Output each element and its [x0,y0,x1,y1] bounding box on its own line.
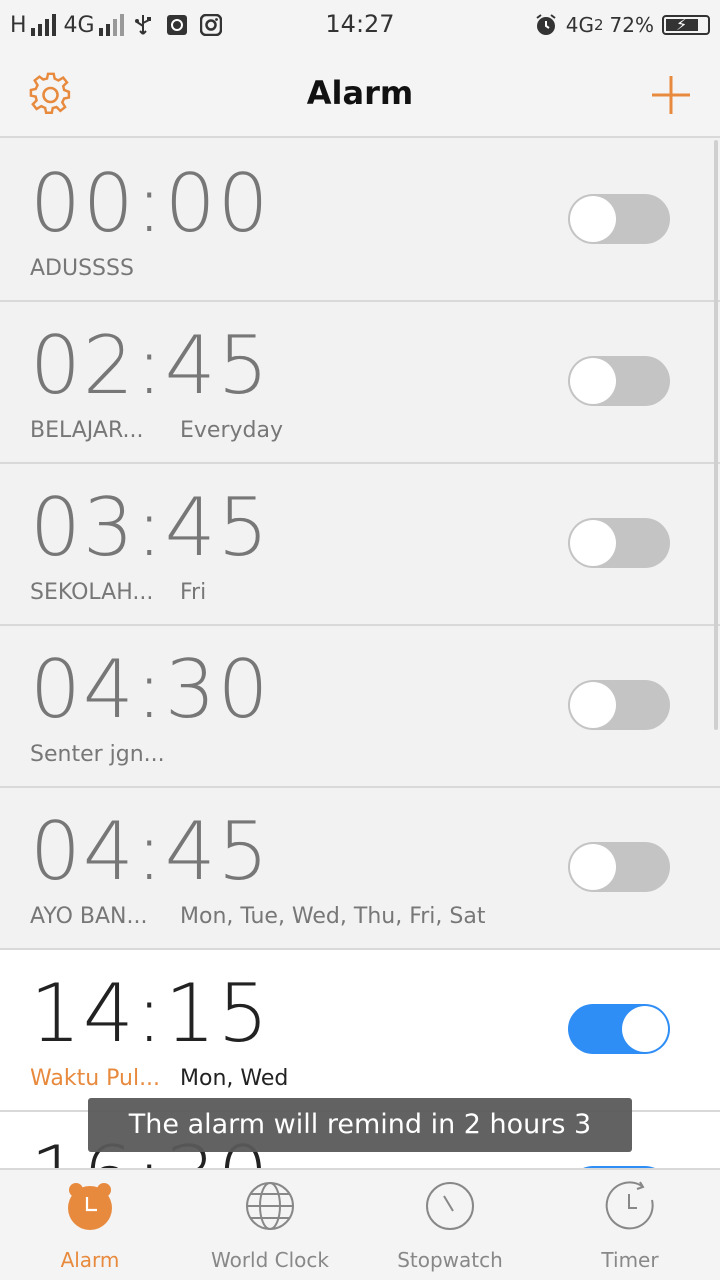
toggle-knob [570,358,616,404]
data-type: 4G [565,13,594,37]
tab-timer-label: Timer [601,1248,659,1272]
toggle-knob [570,682,616,728]
toggle-knob [570,196,616,242]
battery-icon: ⚡ [662,15,710,35]
tab-stopwatch[interactable]: Stopwatch [360,1170,540,1280]
sim-slot: 2 [594,16,604,34]
alarm-row[interactable]: 03:45 SEKOLAH... Fri [0,464,720,626]
alarm-days: Everyday [180,418,283,443]
timer-icon [605,1181,654,1230]
page-title: Alarm [306,74,414,112]
status-right: 4G 2 72% ⚡ [534,10,710,40]
alarm-time: 00:00 [30,157,271,250]
alarm-toast: The alarm will remind in 2 hours 3 minut… [88,1098,632,1194]
status-bar: H 4G 14:27 4G 2 72% ⚡ [0,0,720,50]
alarm-time: 04:30 [30,643,271,736]
alarm-screen: H 4G 14:27 4G 2 72% ⚡ Alarm 00:00 ADUSSS… [0,0,720,1280]
alarm-toggle[interactable] [568,1004,670,1054]
alarm-list[interactable]: 00:00 ADUSSSS 02:45 BELAJAR... Everyday … [0,140,720,1168]
bottom-nav: Alarm World Clock Stopwatch Timer [0,1168,720,1280]
alarm-row[interactable]: 02:45 BELAJAR... Everyday [0,302,720,464]
add-alarm-icon[interactable] [648,72,694,118]
alarm-toggle[interactable] [568,680,670,730]
alarm-days: Mon, Tue, Wed, Thu, Fri, Sat [180,904,486,929]
alarm-time: 02:45 [30,319,271,412]
alarm-time: 04:45 [30,805,271,898]
alarm-toggle[interactable] [568,356,670,406]
alarm-clock-tab-icon [68,1183,112,1230]
alarm-row[interactable]: 14:15 Waktu Pul... Mon, Wed [0,950,720,1112]
tab-alarm-label: Alarm [60,1248,120,1272]
alarm-label: Waktu Pul... [30,1066,161,1091]
tab-stopwatch-label: Stopwatch [397,1248,503,1272]
scrollbar[interactable] [714,140,718,730]
alarm-clock-icon [534,13,558,37]
alarm-row[interactable]: 00:00 ADUSSSS [0,140,720,302]
alarm-toggle[interactable] [568,842,670,892]
alarm-label: BELAJAR... [30,418,144,443]
battery-percent: 72% [609,13,654,37]
alarm-row[interactable]: 04:45 AYO BAN... Mon, Tue, Wed, Thu, Fri… [0,788,720,950]
alarm-time: 14:15 [30,967,271,1060]
alarm-label: AYO BAN... [30,904,148,929]
alarm-toggle[interactable] [568,194,670,244]
alarm-label: SEKOLAH... [30,580,154,605]
alarm-label: Senter jgn... [30,742,165,767]
tab-world-clock-label: World Clock [210,1248,329,1272]
alarm-days: Mon, Wed [180,1066,289,1091]
toggle-knob [622,1006,668,1052]
tab-timer[interactable]: Timer [540,1170,720,1280]
globe-icon [246,1182,294,1230]
alarm-row[interactable]: 04:30 Senter jgn... [0,626,720,788]
app-header: Alarm [0,50,720,138]
alarm-label: ADUSSSS [30,256,134,281]
alarm-toggle[interactable] [568,518,670,568]
toggle-knob [570,520,616,566]
toggle-knob [570,844,616,890]
tab-alarm[interactable]: Alarm [0,1170,180,1280]
tab-world-clock[interactable]: World Clock [180,1170,360,1280]
alarm-time: 03:45 [30,481,271,574]
stopwatch-icon [426,1182,474,1230]
alarm-days: Fri [180,580,207,605]
